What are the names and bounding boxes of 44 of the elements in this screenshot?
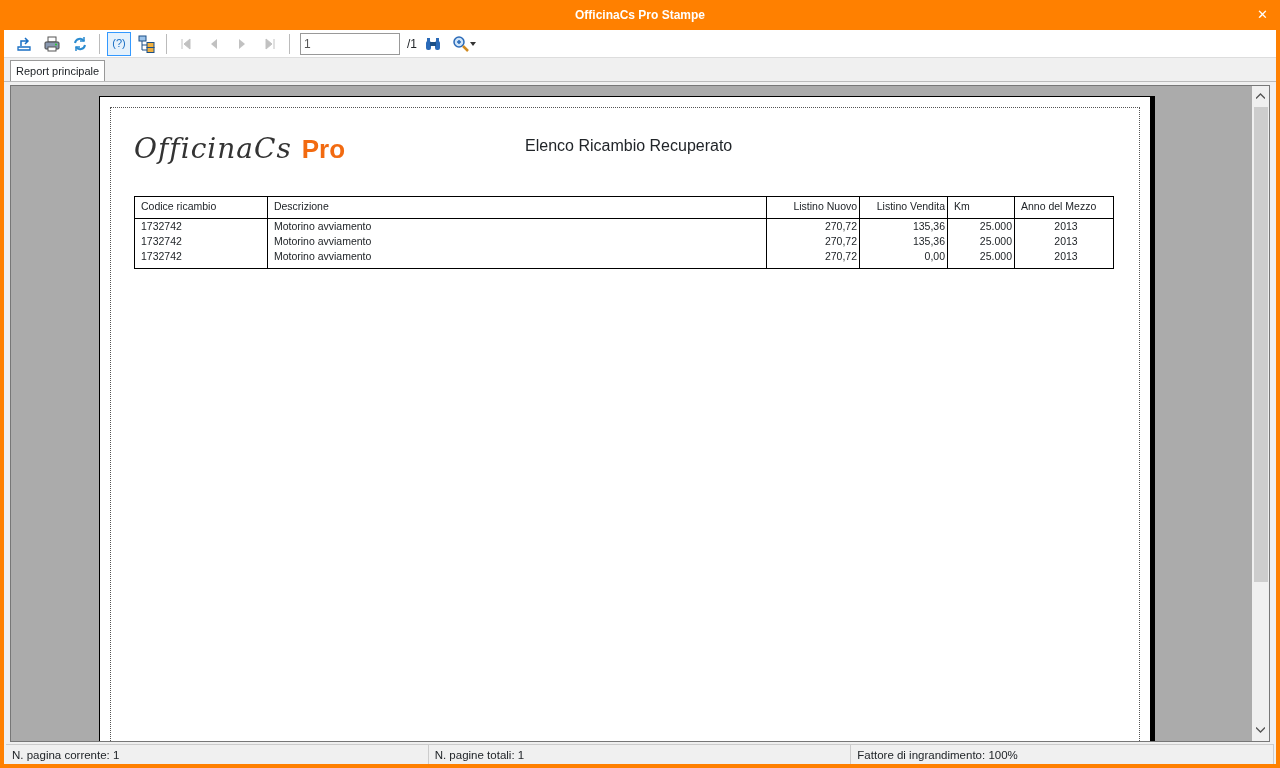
table-cell: 1732742 [134,233,268,249]
window-title: OfficinaCs Pro Stampe [575,7,705,24]
export-icon[interactable] [15,34,33,53]
report-tab[interactable]: Report principale [10,60,106,81]
column-header: Anno del Mezzo [1014,196,1114,219]
table-cell: Motorino avviamento [267,248,767,269]
scrollbar[interactable] [1252,86,1269,741]
zoom-icon[interactable] [452,34,470,53]
column-header: Descrizione [267,196,767,219]
column-header: Km [947,196,1015,219]
table-cell: 25.000 [947,233,1015,249]
table-cell: Motorino avviamento [267,233,767,249]
table-cell: 2013 [1014,218,1114,234]
table-cell: 25.000 [947,218,1015,234]
report-title: Elenco Ricambio Recuperato [525,136,733,156]
status-text: N. pagina corrente: 1 [6,745,429,764]
table-cell: 0,00 [859,248,948,269]
status-text: Fattore di ingrandimento: 100% [851,745,1274,764]
table-cell: Motorino avviamento [267,218,767,234]
scroll-down-icon[interactable] [1256,726,1265,733]
table-cell: 25.000 [947,248,1015,269]
column-header: Listino Nuovo [766,196,860,219]
printer-icon[interactable] [43,34,61,53]
logo: OfficinaCs Pro [134,131,346,167]
table-cell: 1732742 [134,248,268,269]
refresh-icon[interactable] [71,34,89,53]
table-cell: 270,72 [766,233,860,249]
page-total: /1 [407,35,417,53]
table-cell: 2013 [1014,248,1114,269]
caret-icon[interactable] [470,41,476,46]
table-cell: 2013 [1014,233,1114,249]
help-toggle-button[interactable]: (?) [107,31,131,56]
scroll-up-icon[interactable] [1256,92,1265,99]
table-cell: 270,72 [766,218,860,234]
page-number-field[interactable]: 1 [300,32,400,55]
column-header: Listino Vendita [859,196,948,219]
status-text: N. pagine totali: 1 [428,745,852,764]
table-cell: 135,36 [859,233,948,249]
column-header: Codice ricambio [134,196,268,219]
table-cell: 270,72 [766,248,860,269]
scroll-thumb[interactable] [1253,107,1268,582]
tree-icon[interactable] [138,34,156,53]
table-cell: 135,36 [859,218,948,234]
table-cell: 1732742 [134,218,268,234]
